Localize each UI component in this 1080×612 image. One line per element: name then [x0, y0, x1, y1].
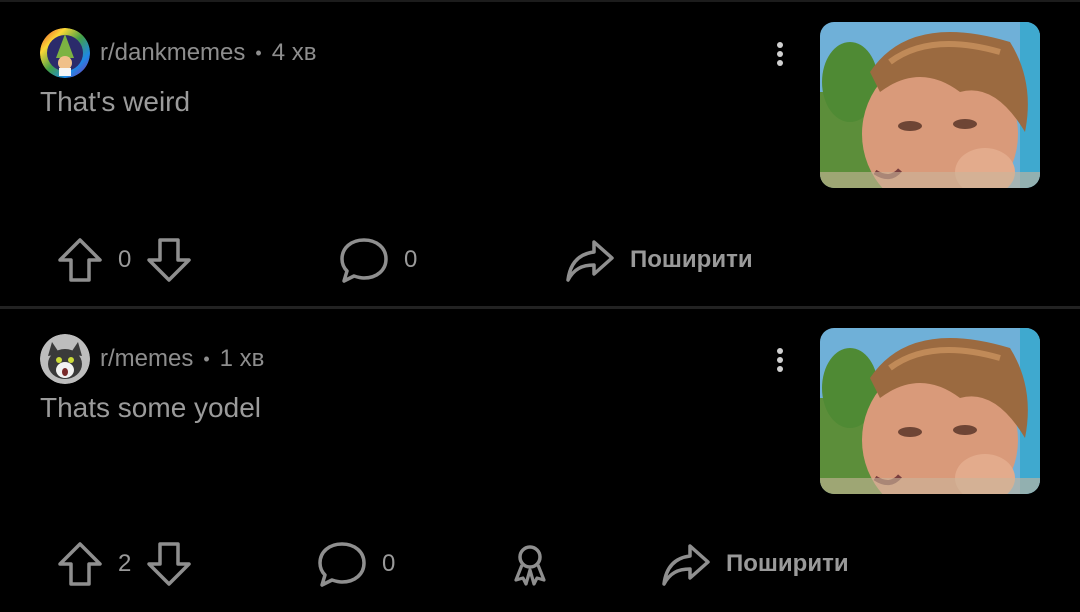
share-button[interactable]: Поширити: [564, 228, 753, 292]
award-icon: [508, 540, 552, 588]
post-card[interactable]: r/dankmemes • 4 хв That's weird 0 0 Поши…: [0, 0, 1080, 308]
post-time: 1 хв: [219, 345, 265, 372]
vote-count: 2: [118, 550, 132, 577]
post-divider: [0, 306, 1080, 309]
share-icon: [660, 540, 712, 588]
share-label: Поширити: [726, 550, 849, 577]
upvote-icon[interactable]: [56, 236, 104, 284]
post-meta: r/memes • 1 хв: [40, 334, 264, 384]
comments-button[interactable]: 0: [316, 532, 395, 596]
downvote-icon[interactable]: [145, 236, 193, 284]
comments-button[interactable]: 0: [338, 228, 417, 292]
vote-group: 2: [56, 532, 193, 596]
share-button[interactable]: Поширити: [660, 532, 849, 596]
post-actions: 2 0 Поширити: [0, 532, 1080, 596]
post-time: 4 хв: [271, 39, 317, 66]
post-thumbnail[interactable]: [820, 328, 1040, 494]
comment-icon: [316, 538, 368, 590]
meta-separator: •: [255, 42, 262, 63]
meta-separator: •: [203, 348, 210, 369]
dankmemes-avatar-icon[interactable]: [40, 28, 90, 78]
post-actions: 0 0 Поширити: [0, 228, 1080, 292]
share-label: Поширити: [630, 246, 753, 273]
downvote-icon[interactable]: [145, 540, 193, 588]
vote-group: 0: [56, 228, 193, 292]
memes-cat-avatar-icon[interactable]: [40, 334, 90, 384]
award-button[interactable]: [508, 532, 552, 596]
post-thumbnail[interactable]: [820, 22, 1040, 188]
comment-count: 0: [382, 550, 396, 577]
subreddit-name[interactable]: r/dankmemes: [100, 39, 245, 67]
comment-count: 0: [404, 246, 418, 273]
more-options-icon[interactable]: [770, 40, 790, 70]
post-title[interactable]: That's weird: [40, 86, 190, 118]
comment-icon: [338, 234, 390, 286]
post-meta: r/dankmemes • 4 хв: [40, 28, 316, 78]
vote-count: 0: [118, 246, 132, 273]
post-title[interactable]: Thats some yodel: [40, 392, 261, 424]
share-icon: [564, 236, 616, 284]
post-card[interactable]: r/memes • 1 хв Thats some yodel 2 0 Поши…: [0, 310, 1080, 612]
subreddit-name[interactable]: r/memes: [100, 345, 193, 373]
upvote-icon[interactable]: [56, 540, 104, 588]
more-options-icon[interactable]: [770, 346, 790, 376]
